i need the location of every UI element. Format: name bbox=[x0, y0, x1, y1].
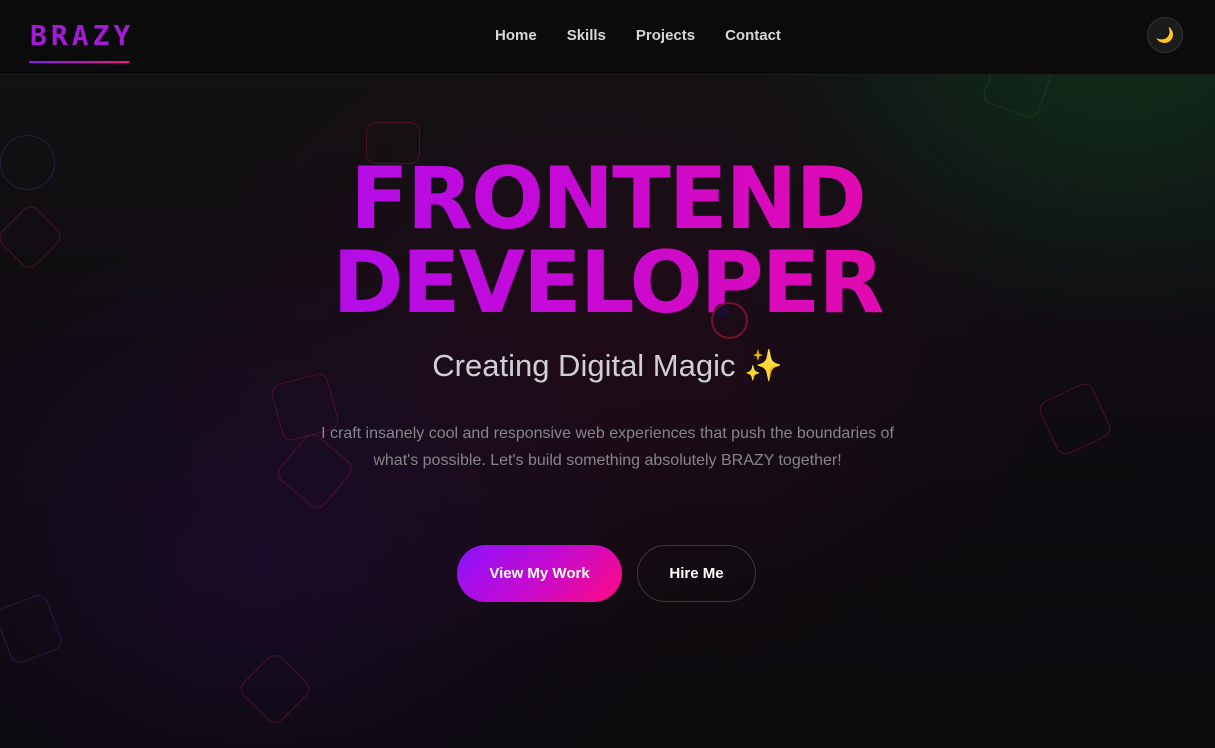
theme-toggle-button[interactable]: 🌙 bbox=[1147, 17, 1183, 53]
hero-title-line1: FRONTEND bbox=[0, 154, 1215, 244]
logo-underline bbox=[29, 61, 129, 63]
nav-link-contact[interactable]: Contact bbox=[725, 26, 781, 46]
nav-links: Home Skills Projects Contact bbox=[495, 26, 781, 46]
decor-square bbox=[236, 650, 314, 728]
sparkles-icon: ✨ bbox=[744, 348, 783, 383]
cursor-ring bbox=[711, 302, 748, 339]
nav-link-projects[interactable]: Projects bbox=[636, 26, 695, 46]
hero-subtitle-text: Creating Digital Magic bbox=[432, 348, 736, 383]
decor-square bbox=[1036, 380, 1114, 458]
hire-me-label: Hire Me bbox=[669, 565, 724, 582]
navbar: BRAZY Home Skills Projects Contact 🌙 bbox=[0, 0, 1215, 75]
hero-subtitle: Creating Digital Magic ✨ bbox=[0, 346, 1215, 386]
moon-icon: 🌙 bbox=[1155, 27, 1175, 44]
view-my-work-label: View My Work bbox=[489, 565, 590, 582]
decor-square bbox=[0, 592, 65, 666]
hero-description: I craft insanely cool and responsive web… bbox=[321, 425, 894, 469]
page: BRAZY Home Skills Projects Contact 🌙 FRO… bbox=[0, 0, 1215, 748]
nav-link-home[interactable]: Home bbox=[495, 26, 537, 46]
hire-me-button[interactable]: Hire Me bbox=[637, 545, 756, 602]
hero-title-line2: DEVELOPER bbox=[0, 238, 1215, 328]
nav-link-skills[interactable]: Skills bbox=[567, 26, 606, 46]
logo[interactable]: BRAZY bbox=[30, 19, 134, 53]
view-my-work-button[interactable]: View My Work bbox=[457, 545, 622, 602]
